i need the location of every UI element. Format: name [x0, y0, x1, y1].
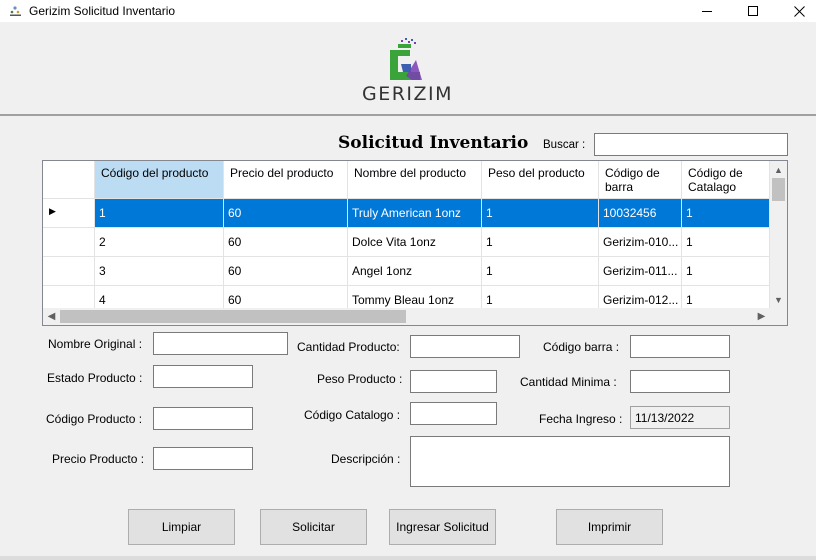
cell-peso[interactable]: 1: [482, 228, 599, 257]
horizontal-scroll-thumb[interactable]: [60, 310, 406, 323]
maximize-button[interactable]: [730, 0, 776, 22]
scroll-up-icon[interactable]: ▲: [770, 161, 787, 178]
cell-precio[interactable]: 60: [224, 199, 348, 228]
estado-producto-label: Estado Producto :: [47, 371, 143, 385]
window-title: Gerizim Solicitud Inventario: [29, 4, 176, 18]
vertical-scroll-thumb[interactable]: [772, 178, 785, 201]
codigo-producto-input[interactable]: [153, 407, 253, 430]
solicitar-button[interactable]: Solicitar: [260, 509, 367, 545]
cell-peso[interactable]: 1: [482, 257, 599, 286]
logo-header: GERIZIM: [0, 22, 816, 116]
cell-barra[interactable]: 10032456: [599, 199, 682, 228]
limpiar-button[interactable]: Limpiar: [128, 509, 235, 545]
cell-nombre[interactable]: Truly American 1onz: [348, 199, 482, 228]
fecha-ingreso-label: Fecha Ingreso :: [539, 412, 623, 426]
column-header-codigo-barra[interactable]: Código de barra: [599, 161, 682, 199]
fecha-ingreso-field: 11/13/2022: [630, 406, 730, 429]
app-window: Gerizim Solicitud Inventario GERIZIM Sol…: [0, 0, 816, 560]
app-icon: [10, 6, 21, 16]
cell-codigo[interactable]: 3: [95, 257, 224, 286]
cell-precio[interactable]: 60: [224, 257, 348, 286]
nombre-original-label: Nombre Original :: [48, 337, 143, 351]
imprimir-button[interactable]: Imprimir: [556, 509, 663, 545]
row-header: [43, 257, 95, 286]
row-header: [43, 228, 95, 257]
search-input[interactable]: [594, 133, 788, 156]
cell-codigo[interactable]: 2: [95, 228, 224, 257]
cell-peso[interactable]: 1: [482, 199, 599, 228]
minimize-button[interactable]: [684, 0, 730, 22]
cell-catalago[interactable]: 1: [682, 228, 770, 257]
cell-nombre[interactable]: Dolce Vita 1onz: [348, 228, 482, 257]
scroll-right-icon[interactable]: ▶: [753, 308, 770, 325]
grid-vertical-scrollbar[interactable]: ▲ ▼: [770, 161, 787, 308]
precio-producto-input[interactable]: [153, 447, 253, 470]
cell-barra[interactable]: Gerizim-010...: [599, 228, 682, 257]
cell-precio[interactable]: 60: [224, 228, 348, 257]
descripcion-textarea[interactable]: [410, 436, 730, 487]
cantidad-minima-input[interactable]: [630, 370, 730, 393]
logo-text: GERIZIM: [362, 83, 454, 105]
nombre-original-input[interactable]: [153, 332, 288, 355]
minimize-icon: [701, 10, 712, 12]
table-row[interactable]: 3 60 Angel 1onz 1 Gerizim-011... 1: [43, 257, 770, 286]
gerizim-logo-icon: [390, 38, 422, 80]
cell-catalago[interactable]: 1: [682, 199, 770, 228]
codigo-barra-label: Código barra :: [543, 340, 620, 354]
peso-producto-label: Peso Producto :: [317, 372, 403, 386]
cantidad-producto-label: Cantidad Producto:: [297, 340, 400, 354]
row-indicator-icon: ▶: [43, 199, 95, 228]
bottom-edge: [0, 556, 816, 560]
codigo-catalogo-label: Código Catalogo :: [304, 408, 401, 422]
scroll-down-icon[interactable]: ▼: [770, 291, 787, 308]
cantidad-producto-input[interactable]: [410, 335, 520, 358]
maximize-icon: [747, 5, 758, 16]
close-button[interactable]: [776, 0, 816, 22]
grid-body: ▶ 1 60 Truly American 1onz 1 10032456 1 …: [43, 199, 770, 315]
descripcion-label: Descripción :: [331, 452, 401, 466]
table-row[interactable]: 2 60 Dolce Vita 1onz 1 Gerizim-010... 1: [43, 228, 770, 257]
codigo-barra-input[interactable]: [630, 335, 730, 358]
scroll-left-icon[interactable]: ◀: [43, 308, 60, 325]
title-bar: Gerizim Solicitud Inventario: [0, 0, 816, 22]
close-icon: [793, 5, 805, 17]
column-header-peso-producto[interactable]: Peso del producto: [482, 161, 599, 199]
grid-corner-header: [43, 161, 95, 199]
column-header-precio-producto[interactable]: Precio del producto: [224, 161, 348, 199]
cell-codigo[interactable]: 1: [95, 199, 224, 228]
column-header-nombre-producto[interactable]: Nombre del producto: [348, 161, 482, 199]
form-title: Solicitud Inventario: [338, 133, 529, 153]
peso-producto-input[interactable]: [410, 370, 497, 393]
codigo-catalogo-input[interactable]: [410, 402, 497, 425]
cell-barra[interactable]: Gerizim-011...: [599, 257, 682, 286]
column-header-codigo-producto[interactable]: Código del producto: [95, 161, 224, 199]
table-row[interactable]: ▶ 1 60 Truly American 1onz 1 10032456 1: [43, 199, 770, 228]
cell-catalago[interactable]: 1: [682, 257, 770, 286]
search-label: Buscar :: [543, 139, 586, 151]
cell-nombre[interactable]: Angel 1onz: [348, 257, 482, 286]
precio-producto-label: Precio Producto :: [52, 452, 145, 466]
codigo-producto-label: Código Producto :: [46, 412, 143, 426]
grid-header: Código del producto Precio del producto …: [43, 161, 770, 199]
cantidad-minima-label: Cantidad Minima :: [520, 375, 617, 389]
ingresar-solicitud-button[interactable]: Ingresar Solicitud: [389, 509, 496, 545]
grid-horizontal-scrollbar[interactable]: ◀ ▶: [43, 308, 787, 325]
estado-producto-input[interactable]: [153, 365, 253, 388]
products-grid[interactable]: Código del producto Precio del producto …: [42, 160, 788, 326]
column-header-codigo-catalago[interactable]: Código de Catalago: [682, 161, 770, 199]
